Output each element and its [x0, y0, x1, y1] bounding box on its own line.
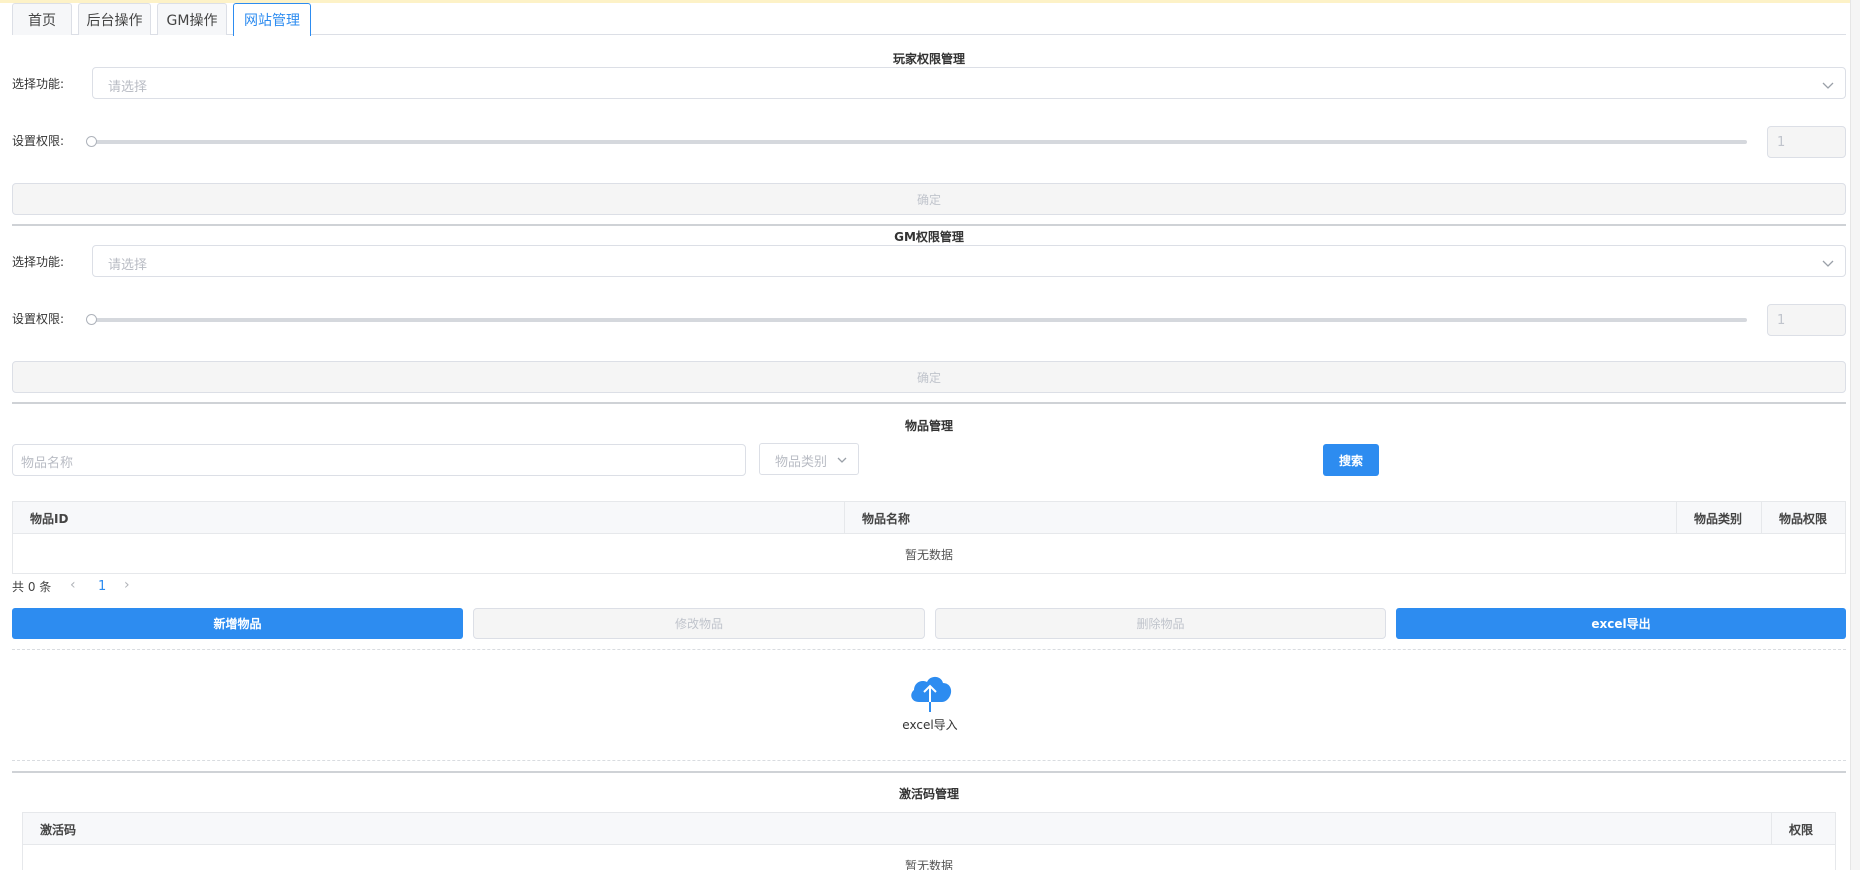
player-level-label: 设置权限:: [12, 134, 65, 148]
gm-level-label: 设置权限:: [12, 312, 65, 326]
section-divider: [12, 224, 1846, 226]
gm-select-label: 选择功能:: [12, 255, 65, 269]
player-slider-handle[interactable]: [86, 136, 97, 147]
gm-level-slider[interactable]: [92, 318, 1747, 322]
codes-table: 激活码 权限 暂无数据: [22, 812, 1836, 870]
excel-import-upload[interactable]: excel导入: [880, 672, 980, 742]
section-divider: [12, 402, 1846, 404]
item-category-placeholder: 物品类别: [775, 455, 828, 470]
gm-level-input: 1: [1767, 304, 1846, 336]
col-activation-code: 激活码: [23, 813, 1772, 845]
item-name-placeholder: 物品名称: [21, 456, 74, 471]
edit-item-button[interactable]: 修改物品: [473, 608, 925, 639]
col-item-name: 物品名称: [845, 502, 1677, 534]
item-name-input[interactable]: 物品名称: [12, 444, 746, 476]
player-level-value: 1: [1777, 135, 1786, 150]
tab-gm-ops[interactable]: GM操作: [157, 3, 227, 35]
tab-backend-ops[interactable]: 后台操作: [78, 3, 151, 35]
next-page-icon[interactable]: ›: [124, 578, 136, 594]
col-item-permission: 物品权限: [1779, 511, 1828, 526]
total-count: 共 0 条: [12, 580, 52, 594]
codes-table-header: 激活码 权限: [23, 813, 1835, 845]
player-level-input: 1: [1767, 126, 1846, 158]
codes-empty-text: 暂无数据: [904, 859, 953, 870]
tab-site-management[interactable]: 网站管理: [233, 3, 311, 36]
gm-confirm-button[interactable]: 确定: [12, 361, 1846, 393]
player-level-slider[interactable]: [92, 140, 1747, 144]
items-table: 物品ID 物品名称 物品类别 物品权限 暂无数据: [12, 501, 1846, 574]
player-function-select[interactable]: 请选择: [92, 67, 1846, 99]
player-confirm-button[interactable]: 确定: [12, 183, 1846, 215]
cloud-upload-icon: [911, 676, 952, 712]
player-perm-title: 玩家权限管理: [892, 52, 965, 66]
tab-bar: 首页 后台操作 GM操作 网站管理: [12, 3, 1846, 36]
vertical-scrollbar[interactable]: [1850, 0, 1860, 870]
excel-export-button[interactable]: excel导出: [1396, 608, 1846, 639]
prev-page-icon[interactable]: ‹: [70, 578, 82, 594]
items-table-header: 物品ID 物品名称 物品类别 物品权限: [13, 502, 1845, 534]
codes-title: 激活码管理: [898, 787, 959, 801]
chevron-down-icon: [1822, 82, 1834, 89]
gm-perm-title: GM权限管理: [894, 230, 964, 244]
item-category-select[interactable]: 物品类别: [759, 443, 859, 475]
chevron-down-icon: [1822, 260, 1834, 267]
upload-area-top-border: [12, 649, 1846, 650]
add-item-button[interactable]: 新增物品: [12, 608, 463, 639]
search-button[interactable]: 搜索: [1323, 444, 1379, 476]
chevron-down-icon: [837, 457, 847, 463]
upload-area-bottom-border: [12, 760, 1846, 761]
page-number[interactable]: 1: [98, 579, 106, 594]
gm-select-placeholder: 请选择: [108, 258, 148, 273]
player-select-label: 选择功能:: [12, 77, 65, 91]
col-item-id: 物品ID: [13, 502, 845, 534]
delete-item-button[interactable]: 删除物品: [935, 608, 1386, 639]
gm-function-select[interactable]: 请选择: [92, 245, 1846, 277]
player-select-placeholder: 请选择: [108, 80, 148, 95]
items-empty-text: 暂无数据: [904, 548, 953, 562]
gm-level-value: 1: [1777, 313, 1786, 328]
gm-slider-handle[interactable]: [86, 314, 97, 325]
col-code-permission: 权限: [1789, 822, 1814, 837]
excel-import-label: excel导入: [902, 718, 958, 732]
items-title: 物品管理: [904, 419, 953, 433]
section-divider: [12, 771, 1846, 773]
col-item-category: 物品类别: [1677, 502, 1762, 534]
tab-home[interactable]: 首页: [12, 3, 72, 35]
